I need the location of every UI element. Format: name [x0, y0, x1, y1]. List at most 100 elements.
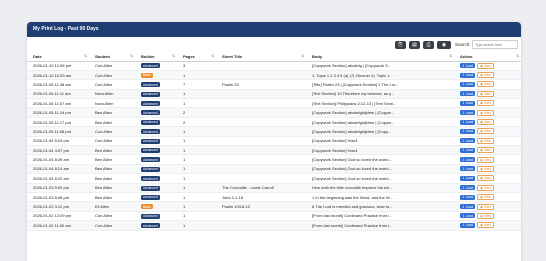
- eye-icon: ◉: [480, 195, 483, 200]
- view-button[interactable]: ◉ View: [477, 119, 494, 126]
- builder-badge: Advanced: [141, 82, 160, 88]
- cell-student: Ben Allen: [89, 107, 135, 118]
- column-header-sheet-title[interactable]: Sheet Title ⇅: [216, 52, 306, 62]
- table-row: 2026-01-04 8:39 am Ben Allen Advanced 1 [Cop…: [27, 154, 521, 165]
- download-icon: ⇩: [462, 176, 465, 181]
- view-button[interactable]: ◉ View: [477, 212, 494, 219]
- load-button[interactable]: ⇩ Load: [460, 175, 476, 181]
- builder-badge: Advanced: [141, 147, 160, 153]
- cell-sheet-title: [216, 220, 306, 231]
- cell-action: ⇩ Load ◉ View: [454, 164, 521, 175]
- view-button[interactable]: ◉ View: [477, 72, 494, 79]
- load-button[interactable]: ⇩ Load: [460, 157, 476, 163]
- view-button[interactable]: ◉ View: [477, 156, 494, 163]
- builder-badge: Advanced: [141, 185, 160, 191]
- view-button[interactable]: ◉ View: [477, 203, 494, 210]
- column-visibility-button[interactable]: ◉: [437, 41, 451, 49]
- builder-badge: Advanced: [141, 213, 160, 219]
- view-button[interactable]: ◉ View: [477, 137, 494, 144]
- load-button[interactable]: ⇩ Load: [460, 81, 476, 87]
- load-button[interactable]: ⇩ Load: [460, 128, 476, 134]
- column-header-pages[interactable]: Pages ⇅: [177, 52, 216, 62]
- load-button[interactable]: ⇩ Load: [460, 63, 476, 69]
- table-row: 2026-01-02 12:09 pm Cori Allen Advanced 1 [F…: [27, 211, 521, 222]
- cell-body: [Title] Psalm 23 | [Copywork Section] 1 …: [306, 79, 454, 90]
- print-button[interactable]: ⎙: [423, 41, 434, 49]
- view-button[interactable]: ◉ View: [477, 165, 494, 172]
- load-button[interactable]: ⇩ Load: [460, 100, 476, 106]
- view-button[interactable]: ◉ View: [477, 109, 494, 116]
- download-icon: ⇩: [462, 148, 465, 153]
- cell-builder: Advanced: [135, 61, 177, 71]
- view-button[interactable]: ◉ View: [477, 194, 494, 201]
- cell-date: 2026-01-02 11:50 am: [27, 220, 89, 231]
- eye-icon: ◉: [480, 223, 483, 228]
- eye-icon: ◉: [480, 129, 483, 134]
- cell-body: [Copywork Section] abcdefghijklmn | [Cop…: [306, 107, 454, 118]
- eye-icon: ◉: [480, 82, 483, 87]
- cell-sheet-title: [216, 61, 306, 71]
- load-button[interactable]: ⇩ Load: [460, 222, 476, 228]
- view-button[interactable]: ◉ View: [477, 184, 494, 191]
- eye-icon: ◉: [480, 166, 483, 171]
- cell-action: ⇩ Load ◉ View: [454, 220, 521, 231]
- load-button[interactable]: ⇩ Load: [460, 91, 476, 97]
- cell-body: [Text Section] Philippians 2:12-13 | [Te…: [306, 98, 454, 109]
- table-row: 2026-01-10 12:56 pm Cori Allen Advanced 3 [C…: [27, 61, 521, 71]
- table-row: 2026-01-05 11:08 pm Cori Allen Advanced 1 [C…: [27, 126, 521, 137]
- download-icon: ⇩: [462, 73, 465, 78]
- load-button[interactable]: ⇩ Load: [460, 194, 476, 200]
- cell-builder: Advanced: [135, 220, 177, 231]
- excel-button[interactable]: ▤: [409, 41, 420, 49]
- load-button[interactable]: ⇩ Load: [460, 110, 476, 116]
- table-row: 2026-01-06 11:11 am Nora Allen Advanced 1 [T…: [27, 89, 521, 100]
- load-button[interactable]: ⇩ Load: [460, 213, 476, 219]
- cell-body: 1 In the beginning was the Word, and the…: [306, 192, 454, 203]
- load-button[interactable]: ⇩ Load: [460, 166, 476, 172]
- column-header-student[interactable]: Student ⇅: [89, 52, 135, 62]
- sort-icon: ⇅: [211, 54, 214, 58]
- load-button[interactable]: ⇩ Load: [460, 147, 476, 153]
- cell-date: 2026-01-04 8:22 am: [27, 173, 89, 184]
- load-button[interactable]: ⇩ Load: [460, 119, 476, 125]
- download-icon: ⇩: [462, 157, 465, 162]
- cell-action: ⇩ Load ◉ View: [454, 136, 521, 147]
- load-button[interactable]: ⇩ Load: [460, 204, 476, 210]
- cell-builder: Advanced: [135, 117, 177, 128]
- table-row: 2026-01-06 11:07 am Nora Allen Advanced 1 [T…: [27, 98, 521, 109]
- cell-action: ⇩ Load ◉ View: [454, 183, 521, 193]
- view-button[interactable]: ◉ View: [477, 175, 494, 182]
- cell-student: Nora Allen: [89, 98, 135, 109]
- load-button[interactable]: ⇩ Load: [460, 185, 476, 191]
- cell-action: ⇩ Load ◉ View: [454, 107, 521, 118]
- view-button[interactable]: ◉ View: [477, 81, 494, 88]
- view-button[interactable]: ◉ View: [477, 62, 494, 69]
- cell-builder: Advanced: [135, 154, 177, 165]
- download-icon: ⇩: [462, 63, 465, 68]
- view-button[interactable]: ◉ View: [477, 100, 494, 107]
- view-button[interactable]: ◉ View: [477, 222, 494, 229]
- table-row: 2026-01-04 8:24 am Ben Allen Advanced 1 [Cop…: [27, 164, 521, 175]
- column-header-action[interactable]: Action ⇅: [454, 52, 521, 62]
- view-button[interactable]: ◉ View: [477, 90, 494, 97]
- eye-icon: ◉: [480, 157, 483, 162]
- cell-builder: Advanced: [135, 136, 177, 147]
- table-row: 2026-01-03 3:12 pm Eli Allen Basic 1 Psalm 1…: [27, 201, 521, 212]
- column-header-date[interactable]: Date ⇅: [27, 52, 89, 62]
- cell-builder: Advanced: [135, 89, 177, 100]
- download-icon: ⇩: [462, 120, 465, 125]
- column-header-builder[interactable]: Builder ⇅: [135, 52, 177, 62]
- view-button[interactable]: ◉ View: [477, 128, 494, 135]
- copy-button[interactable]: ⎘: [395, 41, 406, 49]
- load-button[interactable]: ⇩ Load: [460, 72, 476, 78]
- cell-body: 8 The Lord is merciful and gracious, slo…: [306, 201, 454, 212]
- cell-sheet-title: [216, 98, 306, 109]
- search-input[interactable]: [472, 40, 518, 49]
- builder-badge: Advanced: [141, 166, 160, 172]
- download-icon: ⇩: [462, 91, 465, 96]
- column-header-body[interactable]: Body ⇅: [306, 52, 454, 62]
- cell-sheet-title: [216, 164, 306, 175]
- cell-builder: Advanced: [135, 192, 177, 203]
- view-button[interactable]: ◉ View: [477, 147, 494, 154]
- load-button[interactable]: ⇩ Load: [460, 138, 476, 144]
